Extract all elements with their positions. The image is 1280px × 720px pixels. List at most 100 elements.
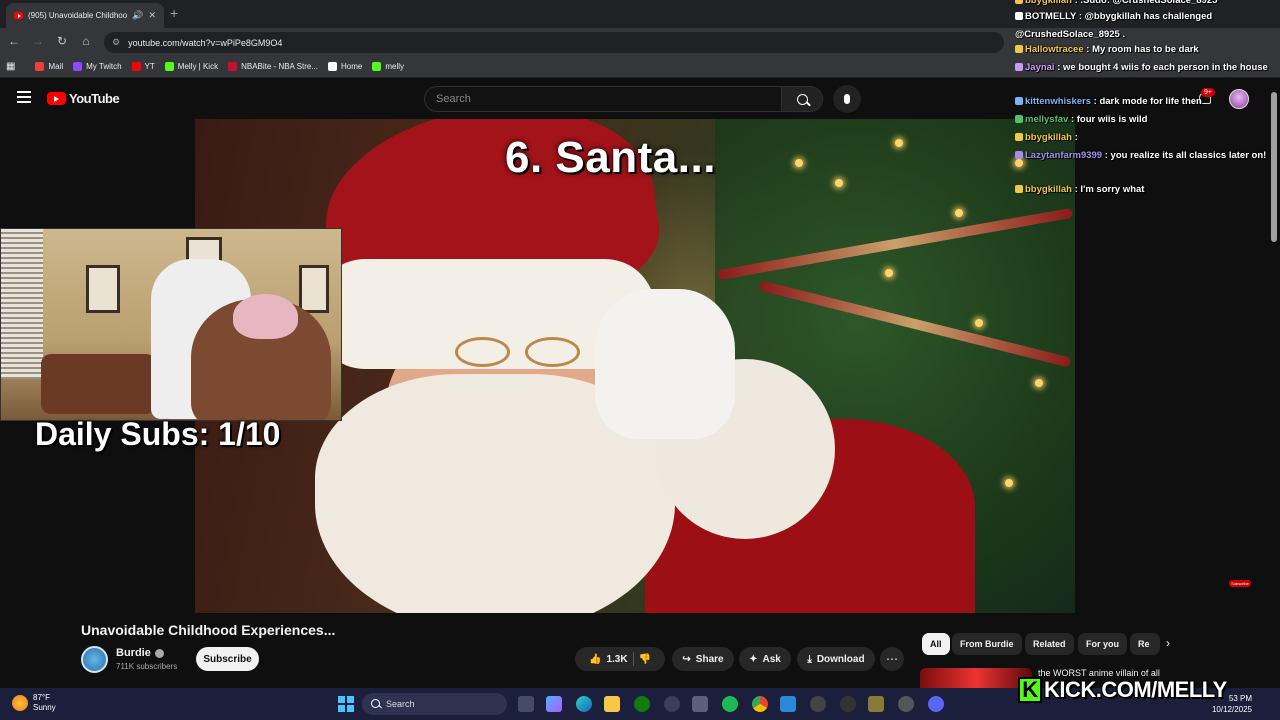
chat-message: Jaynai : we bought 4 wiis fo each person… bbox=[1015, 59, 1277, 77]
subscribe-button[interactable]: Subscribe bbox=[196, 647, 259, 671]
bookmark-item[interactable]: Home bbox=[328, 62, 362, 71]
voice-search-button[interactable] bbox=[833, 85, 861, 113]
home-icon[interactable]: ⌂ bbox=[78, 34, 94, 48]
channel-avatar[interactable] bbox=[81, 646, 108, 673]
back-icon[interactable]: ← bbox=[6, 34, 22, 48]
thumbs-up-icon[interactable]: 👍 bbox=[589, 654, 601, 665]
sparkle-icon: ✦ bbox=[749, 653, 758, 665]
new-tab-button[interactable]: + bbox=[170, 5, 178, 21]
chat-badge-icon bbox=[1015, 133, 1023, 141]
photos-icon[interactable] bbox=[780, 696, 796, 712]
bookmark-item[interactable]: YT bbox=[131, 62, 155, 71]
address-bar[interactable]: ⚙ youtube.com/watch?v=wPiPe8GM9O4 bbox=[104, 32, 1004, 53]
wall-poster bbox=[86, 265, 120, 313]
chat-text: : bbox=[1074, 132, 1078, 143]
app-icon[interactable] bbox=[868, 696, 884, 712]
bookmark-item[interactable]: melly bbox=[372, 62, 404, 71]
chat-username[interactable]: kittenwhiskers bbox=[1025, 96, 1091, 107]
share-button[interactable]: ↪ Share bbox=[672, 647, 734, 671]
file-explorer-icon[interactable] bbox=[604, 696, 620, 712]
webcam-overlay bbox=[0, 228, 342, 421]
tree-light bbox=[795, 159, 803, 167]
tree-light bbox=[895, 139, 903, 147]
steam-icon[interactable] bbox=[664, 696, 680, 712]
bookmark-label: melly bbox=[385, 62, 405, 71]
thumbs-down-icon[interactable]: 👎 bbox=[639, 654, 651, 665]
bookmark-favicon-icon bbox=[131, 62, 141, 71]
discord-icon[interactable] bbox=[928, 696, 944, 712]
chrome-icon[interactable] bbox=[752, 696, 768, 712]
windows-start-icon[interactable] bbox=[338, 696, 354, 712]
youtube-logo-text: YouTube bbox=[69, 91, 120, 106]
chat-username[interactable]: bbygkillah bbox=[1025, 0, 1072, 6]
close-tab-icon[interactable]: ✕ bbox=[148, 10, 156, 21]
chip-truncated[interactable]: Re bbox=[1130, 633, 1160, 655]
bookmark-item[interactable]: My Twitch bbox=[73, 62, 122, 71]
recommendation-thumbnail[interactable] bbox=[920, 668, 1032, 688]
stream-chat-overlay: bbygkillah : .Sudo: @CrushedSolace_8925 B… bbox=[1015, 0, 1280, 200]
search-input[interactable]: Search bbox=[424, 86, 782, 112]
chat-username[interactable]: Jaynai bbox=[1025, 62, 1055, 73]
chevron-right-icon[interactable]: › bbox=[1166, 636, 1170, 650]
weather-widget[interactable]: 87°F Sunny bbox=[12, 693, 56, 713]
xbox-icon[interactable] bbox=[634, 696, 650, 712]
bookmark-item[interactable]: Melly | Kick bbox=[164, 62, 218, 71]
reload-icon[interactable]: ↻ bbox=[54, 34, 70, 48]
chip-from-burdie[interactable]: From Burdie bbox=[952, 633, 1022, 655]
streamer-bonnet bbox=[233, 294, 298, 339]
chat-text: : you realize its all classics later on! bbox=[1104, 150, 1267, 161]
search-button[interactable] bbox=[781, 86, 823, 112]
store-icon[interactable] bbox=[692, 696, 708, 712]
apps-grid-icon[interactable]: ▦ bbox=[6, 61, 15, 72]
youtube-logo[interactable]: YouTube bbox=[47, 91, 120, 106]
chip-for-you[interactable]: For you bbox=[1078, 633, 1127, 655]
bookmark-item[interactable]: NBABite - NBA Stre... bbox=[228, 62, 318, 71]
youtube-favicon-icon bbox=[14, 12, 23, 19]
like-count[interactable]: 1.3K bbox=[606, 654, 627, 665]
chat-message: mellysfav : four wiis is wild bbox=[1015, 111, 1277, 129]
copilot-icon[interactable] bbox=[546, 696, 562, 712]
bookmark-favicon-icon bbox=[164, 62, 174, 71]
chat-username[interactable]: bbygkillah bbox=[1025, 132, 1072, 143]
browser-tab[interactable]: (905) Unavoidable Childhood 🔊 ✕ bbox=[6, 3, 164, 28]
desk bbox=[41, 354, 156, 414]
wall-poster bbox=[299, 265, 329, 313]
settings-gear-icon[interactable] bbox=[898, 696, 914, 712]
taskbar-search[interactable]: Search bbox=[362, 693, 507, 715]
obs-icon[interactable] bbox=[840, 696, 856, 712]
chat-username[interactable]: mellysfav bbox=[1025, 114, 1068, 125]
hamburger-menu-icon[interactable] bbox=[17, 91, 31, 103]
ask-button[interactable]: ✦ Ask bbox=[739, 647, 791, 671]
search-icon bbox=[371, 699, 380, 708]
tree-light bbox=[835, 179, 843, 187]
chat-text: : I'm sorry what bbox=[1074, 184, 1145, 195]
chat-badge-icon bbox=[1015, 115, 1023, 123]
chip-related[interactable]: Related bbox=[1025, 633, 1074, 655]
chat-message: bbygkillah : I'm sorry what bbox=[1015, 181, 1277, 199]
download-button[interactable]: ⤓ Download bbox=[797, 647, 875, 671]
site-info-icon[interactable]: ⚙ bbox=[112, 37, 120, 48]
chat-badge-icon bbox=[1015, 151, 1023, 159]
speaker-icon[interactable]: 🔊 bbox=[132, 10, 143, 21]
chat-message: BOTMELLY : @bbygkillah has challenged @C… bbox=[1015, 8, 1277, 43]
page-scrollbar[interactable] bbox=[1271, 92, 1277, 242]
spotify-icon[interactable] bbox=[722, 696, 738, 712]
task-view-icon[interactable] bbox=[518, 696, 534, 712]
chat-message: bbygkillah : bbox=[1015, 129, 1277, 147]
chat-text: : .Sudo: @CrushedSolace_8925 bbox=[1074, 0, 1218, 6]
media-player-icon[interactable] bbox=[810, 696, 826, 712]
download-label: Download bbox=[816, 653, 865, 665]
more-actions-icon[interactable]: ⋯ bbox=[880, 647, 904, 671]
forward-icon[interactable]: → bbox=[30, 34, 46, 48]
bookmark-item[interactable]: Mail bbox=[35, 62, 63, 71]
edge-icon[interactable] bbox=[576, 696, 592, 712]
chat-badge-icon bbox=[1015, 12, 1023, 20]
video-caption: 6. Santa... bbox=[505, 133, 716, 182]
chat-username[interactable]: Hallowtracee bbox=[1025, 44, 1084, 55]
chip-all[interactable]: All bbox=[922, 633, 950, 655]
chat-badge-icon bbox=[1015, 97, 1023, 105]
chat-username[interactable]: bbygkillah bbox=[1025, 184, 1072, 195]
chat-username[interactable]: BOTMELLY bbox=[1025, 11, 1076, 22]
channel-name[interactable]: Burdie bbox=[116, 647, 164, 659]
chat-username[interactable]: Lazytanfarm9399 bbox=[1025, 150, 1102, 161]
